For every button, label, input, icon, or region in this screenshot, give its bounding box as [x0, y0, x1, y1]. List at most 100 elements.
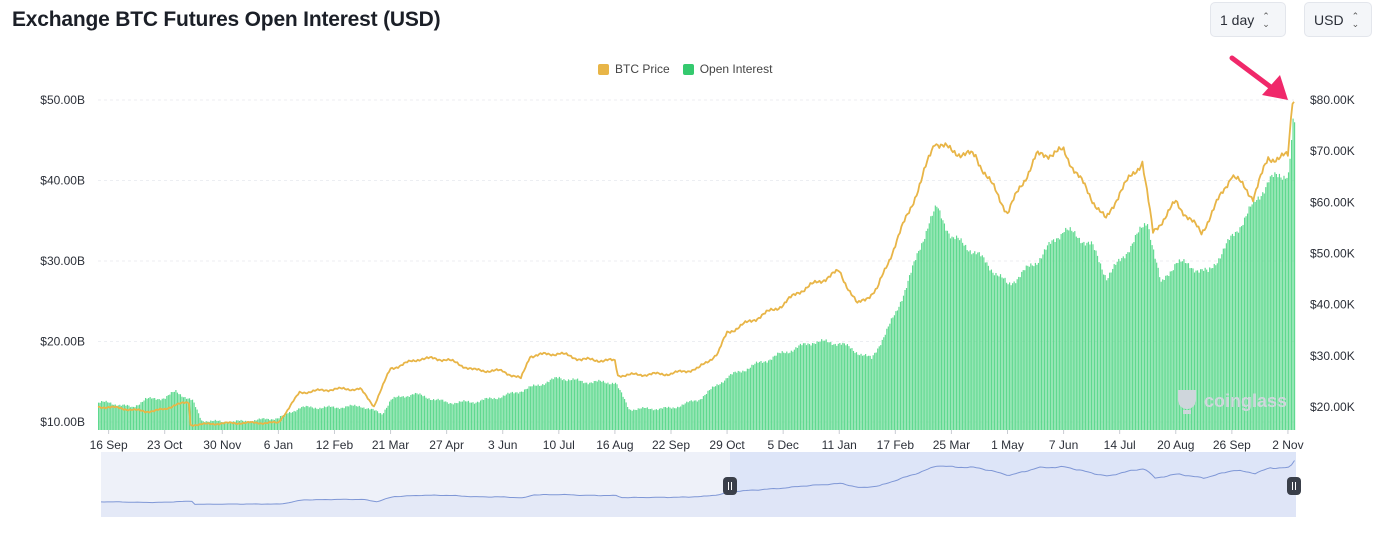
- x-tick-label: 23 Oct: [147, 438, 183, 452]
- oi-bar: [1065, 227, 1067, 430]
- oi-bar: [833, 344, 835, 430]
- oi-bar: [830, 342, 832, 430]
- oi-bar: [196, 409, 198, 430]
- oi-bar: [379, 413, 382, 430]
- x-tick-label: 7 Jun: [1049, 438, 1078, 452]
- oi-bar: [705, 393, 708, 430]
- navigator-handle-right[interactable]: [1287, 477, 1301, 495]
- oi-bar: [372, 408, 374, 430]
- oi-bar: [452, 404, 454, 430]
- navigator-handle-left[interactable]: [723, 477, 737, 495]
- oi-bar: [511, 391, 514, 430]
- oi-bar: [161, 398, 163, 430]
- oi-bar: [1142, 227, 1144, 430]
- oi-bar: [851, 348, 853, 430]
- oi-bar: [1092, 244, 1094, 430]
- oi-bar: [479, 400, 482, 430]
- oi-bar: [445, 401, 447, 430]
- y-right-tick-label: $30.00K: [1310, 349, 1355, 363]
- x-tick-label: 14 Jul: [1104, 438, 1136, 452]
- oi-bar: [690, 400, 692, 430]
- oi-bar: [373, 410, 376, 430]
- oi-bar: [949, 238, 952, 430]
- oi-bar: [811, 343, 814, 430]
- oi-bar: [912, 265, 914, 430]
- oi-bar: [1145, 225, 1147, 430]
- oi-bar: [719, 384, 721, 430]
- oi-bar: [449, 403, 451, 430]
- oi-bar: [276, 418, 279, 430]
- open-interest-bars: [98, 118, 1296, 431]
- oi-bar: [674, 408, 676, 430]
- oi-bar: [1201, 269, 1203, 430]
- oi-bar: [487, 398, 489, 430]
- oi-bar: [946, 230, 949, 430]
- oi-bar: [592, 383, 594, 430]
- oi-bar: [769, 359, 771, 430]
- range-navigator[interactable]: [100, 452, 1301, 517]
- oi-bar: [849, 348, 852, 430]
- oi-bar: [925, 230, 927, 430]
- oi-bar: [267, 418, 269, 430]
- oi-bar: [141, 401, 144, 430]
- oi-bar: [692, 401, 694, 430]
- x-tick-label: 11 Jan: [822, 438, 857, 452]
- oi-bar: [799, 343, 802, 430]
- oi-bar: [1077, 238, 1079, 430]
- oi-bar: [523, 389, 526, 430]
- oi-bar: [332, 406, 335, 430]
- oi-bar: [611, 382, 614, 430]
- oi-bar: [1159, 277, 1161, 430]
- oi-bar: [270, 419, 272, 430]
- oi-bar: [455, 403, 457, 430]
- oi-bar: [804, 343, 806, 430]
- oi-bar: [102, 401, 104, 430]
- oi-bar: [930, 216, 932, 430]
- oi-bar: [619, 389, 621, 430]
- oi-bar: [620, 392, 623, 430]
- oi-bar: [1133, 242, 1135, 430]
- oi-bar: [1156, 262, 1158, 430]
- oi-bar: [734, 371, 736, 430]
- oi-bar: [534, 385, 536, 430]
- oi-bar: [883, 337, 885, 430]
- x-tick-label: 30 Nov: [203, 438, 241, 452]
- oi-bar: [796, 347, 798, 430]
- oi-bar: [561, 380, 564, 430]
- oi-bar: [384, 409, 386, 430]
- oi-bar: [151, 398, 153, 430]
- oi-bar: [1056, 238, 1058, 430]
- oi-bar: [716, 384, 718, 430]
- oi-bar: [899, 301, 902, 430]
- oi-bar: [148, 398, 150, 430]
- oi-bar: [1106, 280, 1108, 430]
- oi-bar: [924, 238, 926, 430]
- oi-bar: [684, 403, 686, 430]
- oi-bar: [624, 399, 626, 430]
- oi-bar: [378, 413, 380, 430]
- oi-bar: [915, 260, 917, 430]
- oi-bar: [954, 239, 956, 430]
- oi-bar: [913, 261, 915, 430]
- oi-bar: [990, 269, 993, 430]
- oi-bar: [1081, 242, 1083, 430]
- oi-bar: [598, 379, 600, 430]
- oi-bar: [143, 400, 145, 430]
- oi-bar: [952, 237, 955, 430]
- oi-bar: [369, 409, 371, 430]
- oi-bar: [1042, 254, 1044, 430]
- oi-bar: [458, 401, 460, 430]
- oi-bar: [1195, 270, 1197, 430]
- oi-bar: [402, 396, 404, 430]
- oi-bar: [928, 223, 930, 430]
- oi-bar: [798, 345, 800, 430]
- oi-bar: [613, 383, 615, 430]
- oi-bar: [1036, 264, 1038, 430]
- x-tick-label: 27 Apr: [429, 438, 464, 452]
- oi-bar: [375, 410, 377, 430]
- oi-bar: [539, 386, 541, 430]
- x-tick-label: 29 Oct: [709, 438, 745, 452]
- oi-bar: [1196, 270, 1199, 430]
- oi-bar: [631, 410, 633, 430]
- oi-bar: [429, 399, 432, 430]
